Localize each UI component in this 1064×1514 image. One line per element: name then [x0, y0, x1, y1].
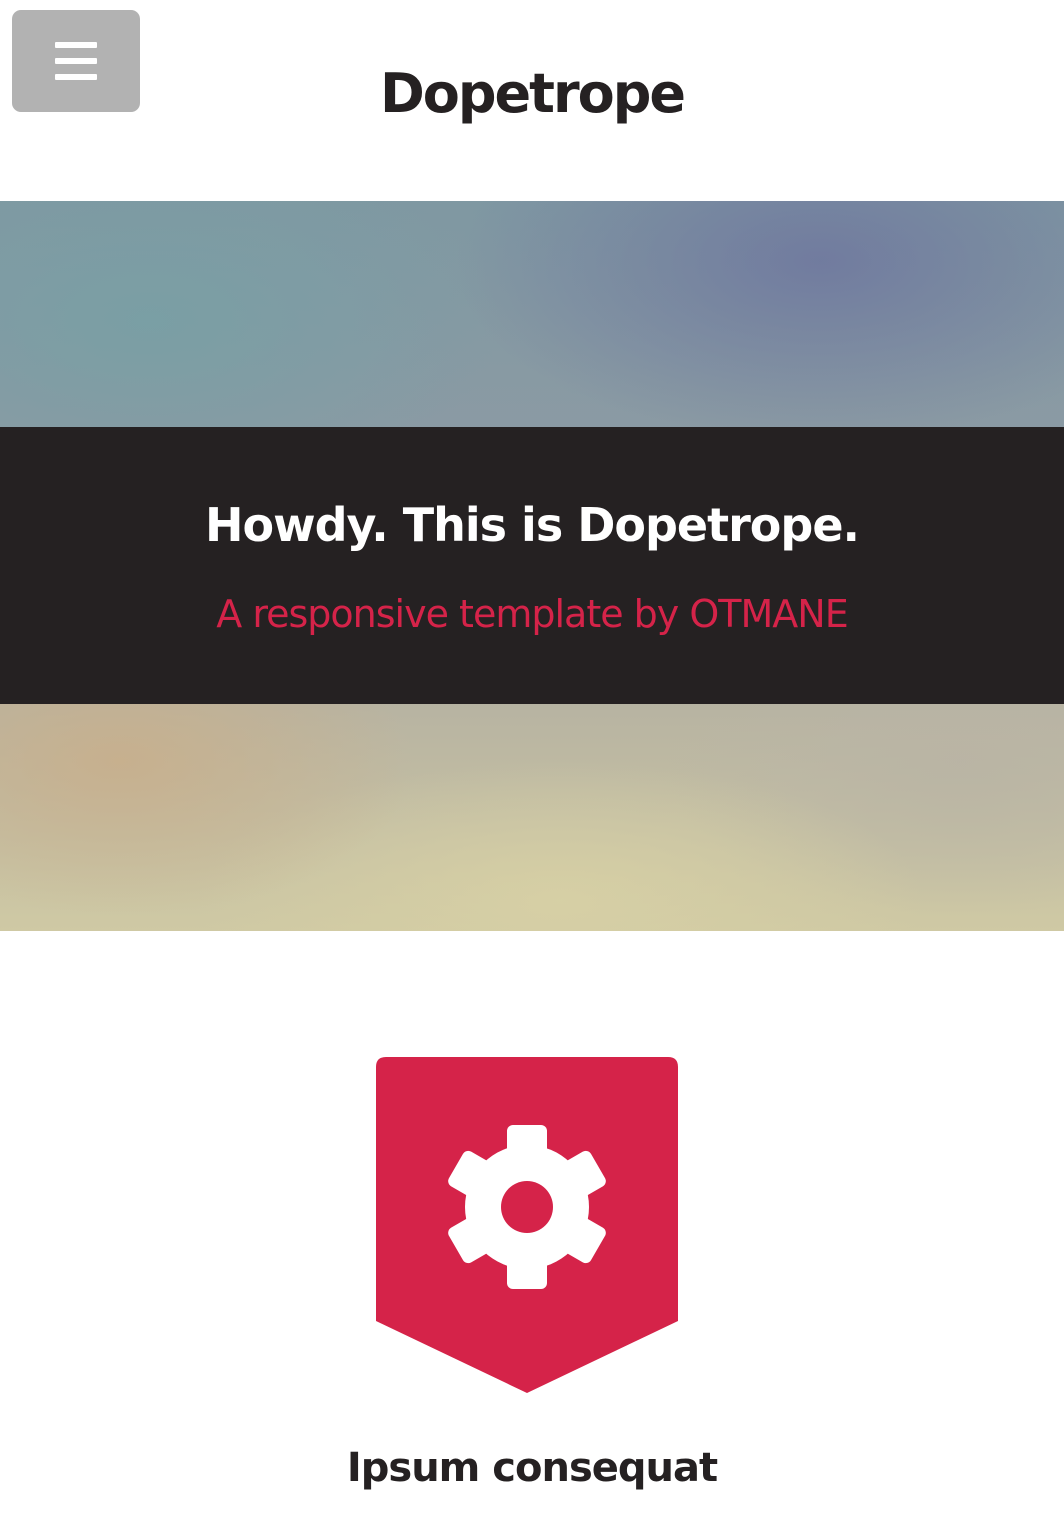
banner-box: [0, 427, 1064, 704]
feature-title: Ipsum consequat: [346, 1445, 718, 1491]
feature-badge: [376, 1057, 678, 1395]
site-header: Dopetrope: [0, 0, 1064, 201]
page: Dopetrope Howdy. This is Dopetrope. A re…: [0, 0, 1064, 1514]
banner-heading: Howdy. This is Dopetrope.: [204, 498, 860, 552]
banner: [0, 201, 1064, 931]
site-title[interactable]: Dopetrope: [0, 56, 1064, 132]
banner-subheading: A responsive template by OTMANE: [216, 592, 848, 636]
feature-badge-shape: [376, 1057, 678, 1393]
